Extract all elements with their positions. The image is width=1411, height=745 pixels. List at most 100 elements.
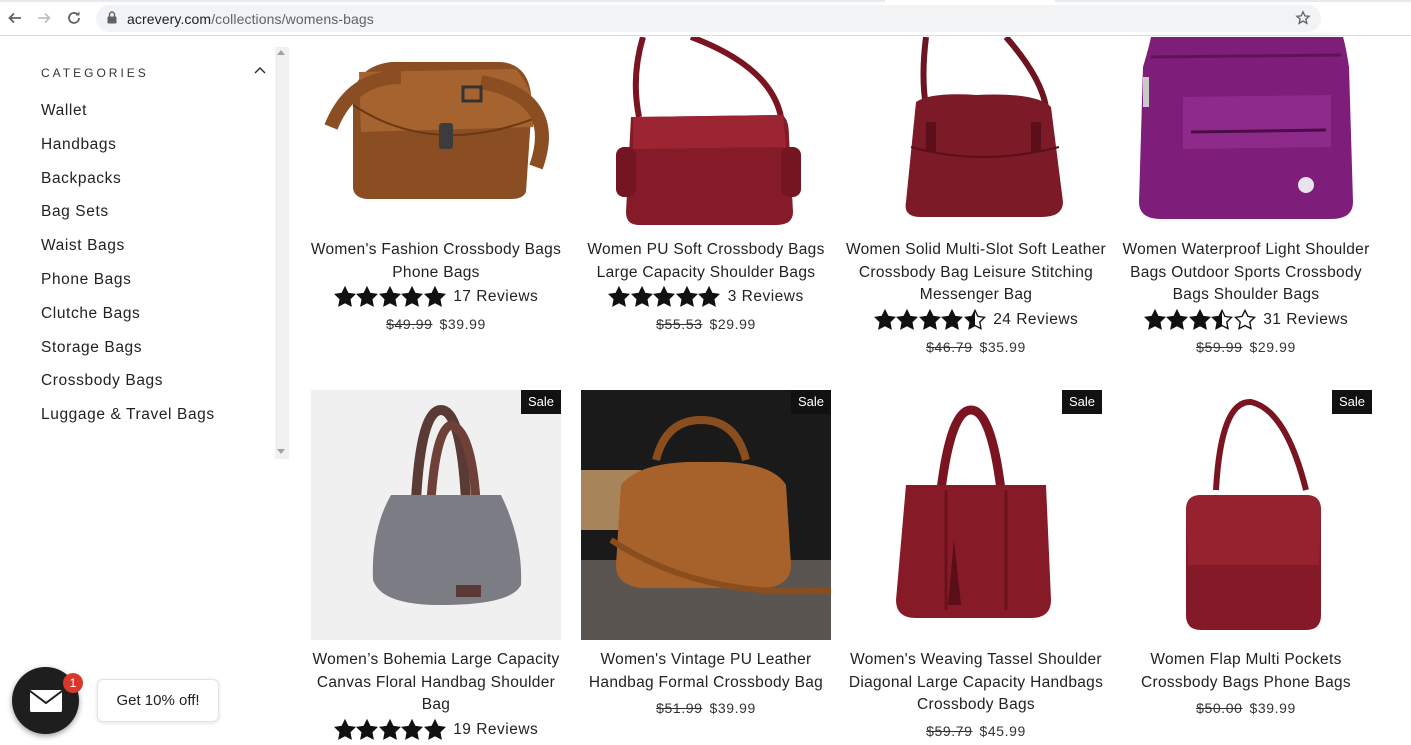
sale-badge: Sale xyxy=(1062,390,1103,414)
product-card[interactable]: Sale Women's Weaving Tassel Shoulder Dia… xyxy=(841,390,1111,745)
product-price: $51.99 $39.99 xyxy=(571,700,841,716)
product-title[interactable]: Women’s Bohemia Large Capacity Canvas Fl… xyxy=(301,649,571,717)
back-button[interactable] xyxy=(3,6,27,30)
product-price: $50.00 $39.99 xyxy=(1111,700,1381,716)
category-item-crossbody-bags[interactable]: Crossbody Bags xyxy=(41,371,215,405)
product-title[interactable]: Women Solid Multi-Slot Soft Leather Cros… xyxy=(841,239,1111,307)
product-title[interactable]: Women's Vintage PU Leather Handbag Forma… xyxy=(571,649,841,694)
star-full-icon xyxy=(941,309,964,330)
scroll-down-arrow-icon[interactable] xyxy=(277,449,285,454)
product-image-tan-boston[interactable] xyxy=(581,390,831,640)
star-full-icon xyxy=(356,719,379,740)
bookmark-star-icon[interactable] xyxy=(1295,10,1311,26)
star-full-icon xyxy=(333,719,356,740)
tab-strip-edge xyxy=(1055,0,1411,2)
category-item-phone-bags[interactable]: Phone Bags xyxy=(41,270,215,304)
sale-price: $29.99 xyxy=(1249,339,1296,355)
product-rating: 31 Reviews xyxy=(1111,308,1381,332)
product-rating: 24 Reviews xyxy=(841,308,1111,332)
star-full-icon xyxy=(918,309,941,330)
address-bar[interactable]: acrevery.com/collections/womens-bags xyxy=(96,5,1321,32)
original-price: $59.99 xyxy=(1196,339,1243,355)
category-item-backpacks[interactable]: Backpacks xyxy=(41,169,215,203)
star-rating xyxy=(873,309,987,331)
forward-button[interactable] xyxy=(32,6,56,30)
sale-price: $45.99 xyxy=(979,723,1026,739)
star-full-icon xyxy=(630,286,653,307)
product-card[interactable]: Sale Women’s Bohemia Large Capacity Canv… xyxy=(301,390,571,745)
original-price: $49.99 xyxy=(386,316,433,332)
star-full-icon xyxy=(608,286,631,307)
star-full-icon xyxy=(873,309,896,330)
product-image-grey-canvas[interactable] xyxy=(311,390,561,640)
category-item-bag-sets[interactable]: Bag Sets xyxy=(41,202,215,236)
product-price: $59.79 $45.99 xyxy=(841,723,1111,739)
original-price: $51.99 xyxy=(656,700,703,716)
sale-price: $29.99 xyxy=(709,316,756,332)
sale-badge: Sale xyxy=(1332,390,1373,414)
sale-price: $35.99 xyxy=(979,339,1026,355)
product-title[interactable]: Women Waterproof Light Shoulder Bags Out… xyxy=(1111,239,1381,307)
product-card[interactable]: Sale Women's Vintage PU Leather Handbag … xyxy=(571,390,841,745)
product-price: $55.53 $29.99 xyxy=(571,316,841,332)
product-title[interactable]: Women Flap Multi Pockets Crossbody Bags … xyxy=(1111,649,1381,694)
product-title[interactable]: Women's Fashion Crossbody Bags Phone Bag… xyxy=(301,239,571,284)
sale-badge: Sale xyxy=(791,390,832,414)
star-empty-icon xyxy=(1233,309,1256,330)
product-image-burgundy-crossbody[interactable] xyxy=(581,37,831,227)
category-item-waist-bags[interactable]: Waist Bags xyxy=(41,236,215,270)
product-rating: 19 Reviews xyxy=(301,718,571,742)
sale-badge: Sale xyxy=(521,390,562,414)
product-card[interactable]: Women Solid Multi-Slot Soft Leather Cros… xyxy=(841,37,1111,367)
review-count: 31 Reviews xyxy=(1263,311,1349,328)
discount-promo-bubble[interactable]: Get 10% off! xyxy=(97,679,219,722)
original-price: $46.79 xyxy=(926,339,973,355)
star-full-icon xyxy=(423,286,446,307)
category-item-clutche-bags[interactable]: Clutche Bags xyxy=(41,304,215,338)
star-full-icon xyxy=(698,286,721,307)
sidebar-scrollbar[interactable] xyxy=(275,47,289,459)
tab-strip-edge xyxy=(0,0,885,2)
star-full-icon xyxy=(675,286,698,307)
star-full-icon xyxy=(896,309,919,330)
scroll-up-arrow-icon[interactable] xyxy=(277,50,285,55)
category-item-storage-bags[interactable]: Storage Bags xyxy=(41,338,215,372)
star-full-icon xyxy=(378,719,401,740)
reload-button[interactable] xyxy=(62,6,86,30)
lock-icon xyxy=(107,11,117,24)
product-card[interactable]: Sale Women Flap Multi Pockets Crossbody … xyxy=(1111,390,1381,745)
back-arrow-icon xyxy=(8,12,21,24)
product-image-brown-crossbody[interactable] xyxy=(311,37,561,227)
product-rating: 3 Reviews xyxy=(571,285,841,309)
product-title[interactable]: Women PU Soft Crossbody Bags Large Capac… xyxy=(571,239,841,284)
forward-arrow-icon xyxy=(38,12,51,24)
star-full-icon xyxy=(401,286,424,307)
star-full-icon xyxy=(378,286,401,307)
star-full-icon xyxy=(423,719,446,740)
sale-price: $39.99 xyxy=(709,700,756,716)
product-image-burgundy-messenger[interactable] xyxy=(851,37,1101,227)
star-full-icon xyxy=(401,719,424,740)
category-item-luggage-travel-bags[interactable]: Luggage & Travel Bags xyxy=(41,405,215,439)
sale-price: $39.99 xyxy=(439,316,486,332)
category-item-handbags[interactable]: Handbags xyxy=(41,135,215,169)
chevron-up-icon[interactable] xyxy=(254,66,266,74)
category-sidebar: CATEGORIES Wallet Handbags Backpacks Bag… xyxy=(0,37,290,467)
product-title[interactable]: Women's Weaving Tassel Shoulder Diagonal… xyxy=(841,649,1111,717)
star-rating xyxy=(333,286,447,308)
product-price: $59.99 $29.99 xyxy=(1111,339,1381,355)
url-domain: acrevery.com xyxy=(127,11,212,27)
original-price: $59.79 xyxy=(926,723,973,739)
product-image-burgundy-tote[interactable] xyxy=(851,390,1101,640)
star-rating xyxy=(1143,309,1257,331)
category-item-wallet[interactable]: Wallet xyxy=(41,101,215,135)
product-card[interactable]: Women PU Soft Crossbody Bags Large Capac… xyxy=(571,37,841,347)
product-card[interactable]: Women's Fashion Crossbody Bags Phone Bag… xyxy=(301,37,571,347)
star-full-icon xyxy=(356,286,379,307)
review-count: 24 Reviews xyxy=(993,311,1079,328)
star-rating xyxy=(333,719,447,741)
product-card[interactable]: Women Waterproof Light Shoulder Bags Out… xyxy=(1111,37,1381,367)
product-image-purple-shoulder[interactable] xyxy=(1121,37,1371,227)
product-image-burgundy-flap[interactable] xyxy=(1121,390,1371,640)
star-full-icon xyxy=(653,286,676,307)
